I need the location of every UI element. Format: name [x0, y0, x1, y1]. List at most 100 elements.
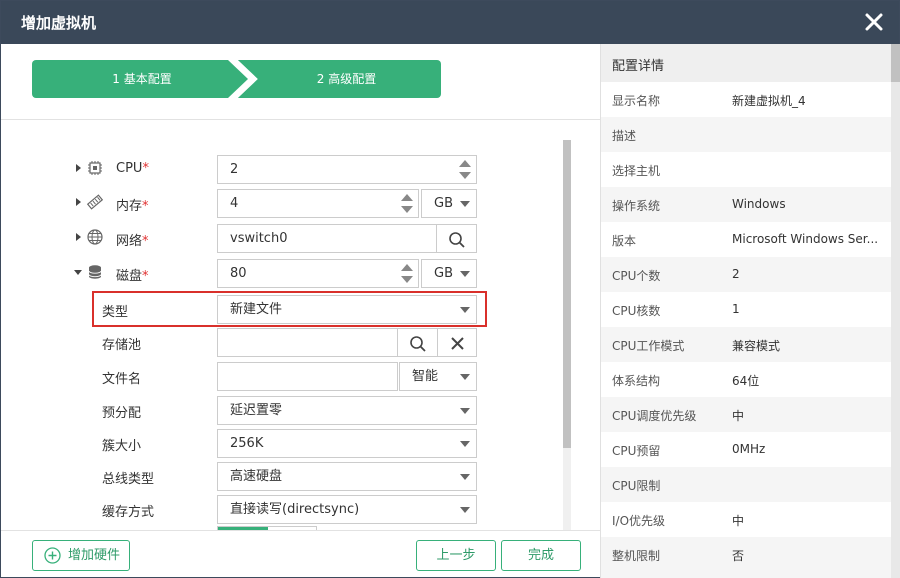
detail-key: 描述 [612, 129, 637, 143]
detail-value: 2 [732, 267, 740, 281]
cpu-count-input[interactable]: 2 [217, 155, 477, 184]
config-panel: 1 基本配置 2 高级配置 CPU* 2 内存* 4 GB 网络* vswitc… [1, 44, 600, 578]
detail-key: CPU工作模式 [612, 339, 685, 353]
search-icon [410, 336, 426, 352]
storage-pool-row: 存储池 [1, 326, 600, 358]
collapse-caret-icon[interactable] [74, 268, 82, 276]
filename-row: 文件名 智能 [1, 360, 600, 392]
plus-circle-icon [44, 547, 61, 564]
highlight-box [92, 291, 487, 327]
detail-key: CPU核数 [612, 304, 661, 318]
detail-value: 中 [732, 409, 745, 423]
storage-pool-search-button[interactable] [397, 328, 438, 357]
detail-row: CPU调度优先级 中 [601, 397, 891, 432]
memory-size-value: 4 [230, 196, 239, 211]
detail-value: 兼容模式 [732, 339, 781, 353]
detail-row: 操作系统 Windows [601, 187, 891, 222]
detail-key: CPU调度优先级 [612, 409, 697, 423]
done-button[interactable]: 完成 [501, 540, 581, 571]
detail-key: 显示名称 [612, 94, 661, 108]
disk-label: 磁盘* [116, 269, 149, 284]
filename-input[interactable] [217, 362, 398, 391]
chevron-down-icon [460, 507, 470, 513]
network-row: 网络* vswitch0 [1, 222, 600, 254]
details-scrollbar-track[interactable] [891, 44, 900, 578]
cluster-size-select[interactable]: 256K [217, 429, 477, 458]
filename-mode-select[interactable]: 智能 [399, 362, 477, 391]
bus-type-row: 总线类型 高速硬盘 [1, 460, 600, 492]
detail-key: 版本 [612, 234, 637, 248]
detail-value: 64位 [732, 374, 760, 388]
chevron-down-icon [460, 408, 470, 414]
cpu-chip-icon [88, 161, 102, 175]
detail-value: 1 [732, 302, 740, 316]
detail-key: CPU限制 [612, 479, 661, 493]
chevron-down-icon [460, 201, 470, 207]
network-search-button[interactable] [436, 224, 477, 253]
chevron-down-icon [460, 374, 470, 380]
memory-label: 内存* [116, 199, 149, 214]
bus-type-label: 总线类型 [102, 472, 155, 487]
detail-value: 新建虚拟机_4 [732, 94, 806, 108]
disk-icon [88, 265, 102, 279]
dialog-titlebar: 增加虚拟机 [1, 1, 899, 44]
step-progress: 1 基本配置 2 高级配置 [32, 60, 442, 98]
expand-caret-icon[interactable] [74, 198, 82, 206]
divider [1, 530, 600, 531]
memory-unit-select[interactable]: GB [421, 189, 477, 218]
step-basic-config[interactable]: 1 基本配置 [32, 60, 252, 98]
detail-row: 选择主机 [601, 152, 891, 187]
memory-size-input[interactable]: 4 [217, 189, 419, 218]
cache-mode-label: 缓存方式 [102, 505, 155, 520]
add-hardware-button[interactable]: 增加硬件 [32, 540, 130, 571]
storage-pool-label: 存储池 [102, 338, 142, 353]
filename-label: 文件名 [102, 372, 142, 387]
form-scrollbar-thumb[interactable] [563, 140, 571, 448]
memory-stick-icon [87, 194, 103, 210]
detail-value: Microsoft Windows Ser... [732, 232, 879, 246]
add-vm-dialog: 增加虚拟机 1 基本配置 2 高级配置 CPU* 2 内存* 4 GB 网络* … [0, 0, 900, 578]
detail-value: 否 [732, 549, 745, 563]
expand-caret-icon[interactable] [74, 164, 82, 172]
cache-mode-select[interactable]: 直接读写(directsync) [217, 495, 477, 524]
network-label: 网络* [116, 234, 149, 249]
bus-type-value: 高速硬盘 [230, 469, 283, 484]
detail-value: 0MHz [732, 442, 766, 456]
disk-stepper[interactable] [396, 260, 418, 287]
cpu-stepper[interactable] [454, 156, 476, 183]
chevron-down-icon [460, 441, 470, 447]
storage-pool-clear-button[interactable] [437, 328, 477, 357]
detail-row: 版本 Microsoft Windows Ser... [601, 222, 891, 257]
cache-mode-value: 直接读写(directsync) [230, 502, 360, 517]
preallocation-label: 预分配 [102, 406, 142, 421]
chevron-down-icon [460, 474, 470, 480]
network-value: vswitch0 [230, 231, 288, 246]
filename-mode-value: 智能 [412, 369, 439, 384]
cluster-size-row: 簇大小 256K [1, 427, 600, 459]
details-scrollbar-thumb[interactable] [891, 44, 900, 82]
close-icon[interactable] [863, 11, 885, 33]
detail-row: 显示名称 新建虚拟机_4 [601, 82, 891, 117]
network-input[interactable]: vswitch0 [217, 224, 437, 253]
step-advanced-config[interactable]: 2 高级配置 [252, 60, 441, 98]
bus-type-select[interactable]: 高速硬盘 [217, 462, 477, 491]
detail-row: CPU限制 [601, 467, 891, 502]
dialog-title: 增加虚拟机 [21, 14, 97, 32]
cluster-size-label: 簇大小 [102, 439, 142, 454]
detail-row: 体系结构 64位 [601, 362, 891, 397]
cpu-label: CPU* [116, 161, 149, 176]
detail-row: CPU预留 0MHz [601, 432, 891, 467]
step-arrow-icon [228, 60, 258, 98]
cpu-row: CPU* 2 [1, 153, 600, 185]
clear-icon [451, 337, 464, 350]
expand-caret-icon[interactable] [74, 233, 82, 241]
storage-pool-input[interactable] [217, 328, 398, 357]
add-hardware-label: 增加硬件 [68, 548, 121, 563]
memory-stepper[interactable] [396, 190, 418, 217]
detail-key: 体系结构 [612, 374, 661, 388]
disk-unit-select[interactable]: GB [421, 259, 477, 288]
previous-step-button[interactable]: 上一步 [416, 540, 496, 571]
disk-size-input[interactable]: 80 [217, 259, 419, 288]
details-header: 配置详情 [601, 44, 891, 82]
preallocation-select[interactable]: 延迟置零 [217, 396, 477, 425]
